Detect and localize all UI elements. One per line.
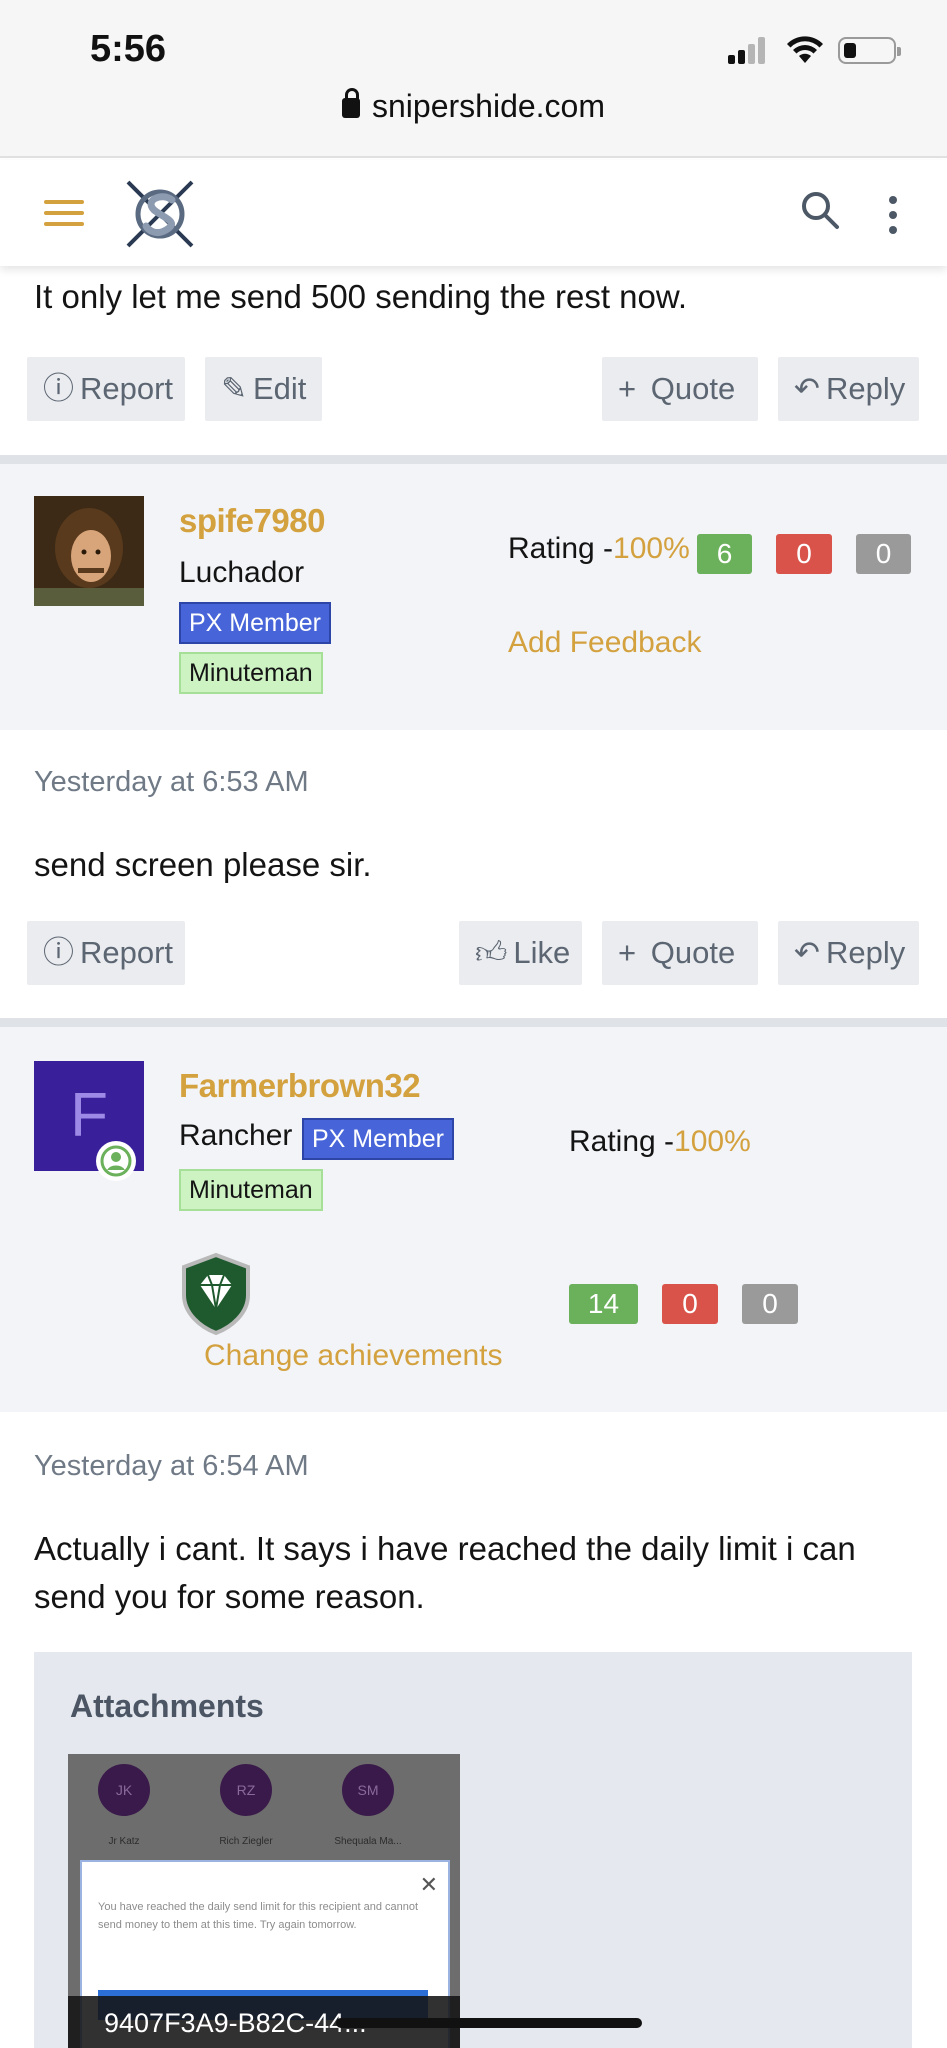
- rating-percent: 100%: [674, 1125, 751, 1158]
- hamburger-icon[interactable]: [44, 198, 84, 228]
- post-timestamp[interactable]: Yesterday at 6:53 AM: [34, 766, 309, 799]
- neutral-feedback-count[interactable]: 0: [742, 1284, 798, 1324]
- user-title: Luchador: [179, 556, 305, 589]
- post-divider: [0, 1018, 947, 1027]
- quote-label: Quote: [650, 935, 736, 970]
- user-info-box: spife7980 Luchador PX Member Minuteman R…: [0, 464, 947, 730]
- alert-circle-icon: ⓘ: [43, 935, 74, 970]
- reply-button[interactable]: ↶ Reply: [778, 357, 919, 421]
- minuteman-badge: Minuteman: [179, 1169, 323, 1211]
- quote-button[interactable]: + Quote: [602, 357, 758, 421]
- kebab-icon[interactable]: [888, 196, 898, 234]
- attachments-box: Attachments JK RZ SM Jr Katz Rich Ziegle…: [34, 1652, 912, 2048]
- username-link[interactable]: Farmerbrown32: [179, 1067, 421, 1105]
- quote-button[interactable]: + Quote: [602, 921, 758, 985]
- battery-icon: [838, 37, 901, 64]
- rating-percent: 100%: [613, 532, 690, 565]
- px-member-badge: PX Member: [179, 602, 331, 644]
- negative-feedback-count[interactable]: 0: [776, 534, 832, 574]
- report-label: Report: [80, 371, 174, 406]
- quote-label: Quote: [650, 371, 736, 406]
- attachments-title: Attachments: [70, 1688, 264, 1724]
- url-bar[interactable]: snipershide.com: [0, 88, 947, 125]
- rating-label: Rating -100%: [569, 1125, 751, 1159]
- thumb-avatar: RZ: [220, 1764, 272, 1816]
- home-indicator[interactable]: [336, 2018, 642, 2028]
- change-achievements-link[interactable]: Change achievements: [204, 1339, 503, 1373]
- alert-circle-icon: ⓘ: [43, 371, 74, 406]
- status-time: 5:56: [90, 28, 167, 70]
- user-title: Rancher: [179, 1119, 293, 1152]
- post-body-text: It only let me send 500 sending the rest…: [34, 278, 688, 315]
- post-body-text: Actually i cant. It says i have reached …: [34, 1530, 856, 1615]
- negative-feedback-count[interactable]: 0: [662, 1284, 718, 1324]
- like-button[interactable]: 👍︎ Like: [459, 921, 582, 985]
- lock-icon: [342, 88, 360, 118]
- username-link[interactable]: spife7980: [179, 502, 325, 540]
- report-label: Report: [80, 935, 174, 970]
- browser-status-bar: 5:56 snipershide.com: [0, 0, 947, 158]
- edit-button[interactable]: ✎ Edit: [205, 357, 322, 421]
- thumb-avatar: SM: [342, 1764, 394, 1816]
- post-body-text: send screen please sir.: [34, 846, 372, 883]
- rating-prefix: Rating -: [508, 532, 614, 565]
- plus-icon: +: [618, 371, 637, 406]
- report-button[interactable]: ⓘ Report: [27, 357, 185, 421]
- reply-label: Reply: [825, 935, 906, 970]
- report-button[interactable]: ⓘ Report: [27, 921, 185, 985]
- close-icon: ✕: [419, 1872, 438, 1897]
- thumb-message: You have reached the daily send limit fo…: [98, 1901, 419, 1931]
- reply-arrow-icon: ↶: [794, 935, 820, 970]
- edit-label: Edit: [252, 371, 307, 406]
- post-timestamp[interactable]: Yesterday at 6:54 AM: [34, 1450, 309, 1483]
- neutral-feedback-count[interactable]: 0: [856, 534, 911, 574]
- plus-icon: +: [618, 935, 637, 970]
- wifi-icon: [787, 36, 823, 63]
- add-feedback-link[interactable]: Add Feedback: [508, 626, 701, 660]
- minuteman-badge: Minuteman: [179, 652, 323, 694]
- avatar[interactable]: [34, 496, 144, 606]
- reply-arrow-icon: ↶: [794, 371, 820, 406]
- rating-label: Rating -100%: [508, 532, 690, 566]
- snipershide-logo[interactable]: [122, 176, 198, 252]
- pencil-icon: ✎: [221, 371, 247, 406]
- rating-prefix: Rating -: [569, 1125, 675, 1158]
- positive-feedback-count[interactable]: 14: [569, 1284, 638, 1324]
- site-header: [0, 160, 947, 266]
- thumbs-up-icon: 👍︎: [475, 935, 508, 970]
- post-divider: [0, 455, 947, 464]
- like-label: Like: [513, 935, 571, 970]
- positive-feedback-count[interactable]: 6: [697, 534, 752, 574]
- url-text: snipershide.com: [372, 88, 605, 124]
- thumb-name: Shequala Ma...: [334, 1836, 402, 1847]
- user-info-box: F Farmerbrown32 Rancher PX Member Minute…: [0, 1027, 947, 1412]
- thumb-name: Jr Katz: [108, 1836, 140, 1847]
- search-icon[interactable]: [800, 190, 840, 230]
- thumb-name: Rich Ziegler: [219, 1836, 273, 1847]
- diamond-shield-icon[interactable]: [174, 1251, 258, 1335]
- reply-button[interactable]: ↶ Reply: [778, 921, 919, 985]
- attachment-thumbnail[interactable]: JK RZ SM Jr Katz Rich Ziegler Shequala M…: [68, 1754, 460, 2048]
- thumb-avatar: JK: [98, 1764, 150, 1816]
- px-member-badge: PX Member: [302, 1118, 454, 1160]
- cellular-signal-icon: [728, 36, 768, 64]
- online-status-icon: [96, 1141, 136, 1181]
- reply-label: Reply: [825, 371, 906, 406]
